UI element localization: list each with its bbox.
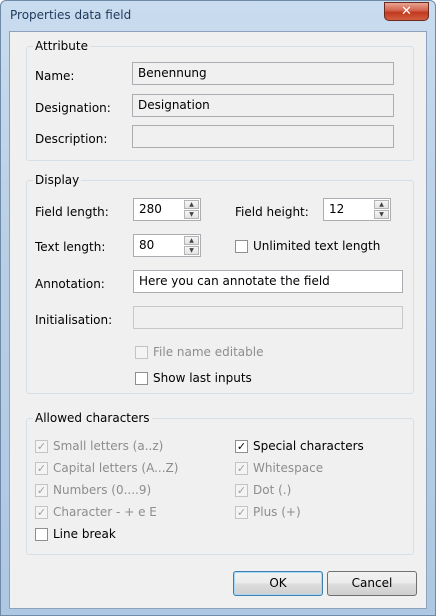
close-button[interactable]: ✕ <box>384 2 429 21</box>
designation-label: Designation: <box>35 101 111 115</box>
whitespace-label: Whitespace <box>253 461 324 475</box>
initialisation-label: Initialisation: <box>35 313 113 327</box>
text-length-stepper[interactable]: 80 ▲ ▼ <box>133 234 201 257</box>
checkbox-box[interactable] <box>35 527 48 541</box>
allowed-characters-group: Allowed characters ✓ Small letters (a..z… <box>26 411 414 555</box>
check-icon[interactable]: ✓ <box>35 505 48 519</box>
cancel-button[interactable]: Cancel <box>327 571 417 596</box>
initialisation-field[interactable] <box>133 306 403 329</box>
name-field[interactable]: Benennung <box>132 62 394 85</box>
window-title: Properties data field <box>10 8 132 22</box>
annotation-label: Annotation: <box>35 277 105 291</box>
annotation-field[interactable]: Here you can annotate the field <box>133 270 403 293</box>
capital-letters-label: Capital letters (A...Z) <box>53 461 179 475</box>
dot-label: Dot (.) <box>253 483 292 497</box>
allowed-characters-group-title: Allowed characters <box>33 411 152 425</box>
text-length-value: 80 <box>139 238 155 252</box>
file-name-editable-checkbox[interactable]: File name editable <box>135 345 263 359</box>
small-letters-checkbox[interactable]: ✓ Small letters (a..z) <box>35 439 163 453</box>
field-height-label: Field height: <box>235 205 309 219</box>
plus-checkbox[interactable]: ✓ Plus (+) <box>235 505 301 519</box>
spin-up-icon[interactable]: ▲ <box>184 200 199 209</box>
special-characters-checkbox[interactable]: ✓ Special characters <box>235 439 364 453</box>
spin-down-icon[interactable]: ▼ <box>184 210 199 219</box>
capital-letters-checkbox[interactable]: ✓ Capital letters (A...Z) <box>35 461 178 475</box>
line-break-checkbox[interactable]: Line break <box>35 527 116 541</box>
character-checkbox[interactable]: ✓ Character - + e E <box>35 505 157 519</box>
character-label: Character - + e E <box>53 505 157 519</box>
unlimited-text-length-checkbox[interactable]: Unlimited text length <box>235 239 380 253</box>
show-last-inputs-label: Show last inputs <box>153 371 252 385</box>
display-group-title: Display <box>33 173 82 187</box>
dialog-window: Properties data field ✕ Attribute Name: … <box>0 0 436 616</box>
attribute-group-title: Attribute <box>33 39 90 53</box>
line-break-label: Line break <box>53 527 116 541</box>
show-last-inputs-checkbox[interactable]: Show last inputs <box>135 371 252 385</box>
text-length-label: Text length: <box>35 240 106 254</box>
check-icon[interactable]: ✓ <box>235 439 248 453</box>
dot-checkbox[interactable]: ✓ Dot (.) <box>235 483 291 497</box>
special-characters-label: Special characters <box>253 439 364 453</box>
check-icon[interactable]: ✓ <box>35 439 48 453</box>
field-length-stepper[interactable]: 280 ▲ ▼ <box>133 198 201 221</box>
plus-label: Plus (+) <box>253 505 301 519</box>
checkbox-box[interactable] <box>135 371 148 385</box>
spin-down-icon[interactable]: ▼ <box>374 210 389 219</box>
field-height-stepper[interactable]: 12 ▲ ▼ <box>323 198 391 221</box>
spin-up-icon[interactable]: ▲ <box>374 200 389 209</box>
whitespace-checkbox[interactable]: ✓ Whitespace <box>235 461 323 475</box>
check-icon[interactable]: ✓ <box>235 505 248 519</box>
dialog-client: Attribute Name: Benennung Designation: D… <box>9 31 427 609</box>
check-icon[interactable]: ✓ <box>235 461 248 475</box>
display-group: Display Field length: 280 ▲ ▼ Field heigh… <box>26 173 414 394</box>
name-label: Name: <box>35 69 75 83</box>
close-icon: ✕ <box>401 4 412 19</box>
checkbox-box[interactable] <box>235 239 248 253</box>
ok-button[interactable]: OK <box>233 571 323 596</box>
description-field[interactable] <box>132 125 394 148</box>
field-length-label: Field length: <box>35 205 109 219</box>
spin-up-icon[interactable]: ▲ <box>184 236 199 245</box>
check-icon[interactable]: ✓ <box>235 483 248 497</box>
check-icon[interactable]: ✓ <box>35 461 48 475</box>
designation-field[interactable]: Designation <box>132 94 394 117</box>
checkbox-box[interactable] <box>135 345 148 359</box>
small-letters-label: Small letters (a..z) <box>53 439 164 453</box>
unlimited-text-length-label: Unlimited text length <box>253 239 381 253</box>
check-icon[interactable]: ✓ <box>35 483 48 497</box>
numbers-checkbox[interactable]: ✓ Numbers (0....9) <box>35 483 151 497</box>
title-bar[interactable]: Properties data field ✕ <box>1 1 435 31</box>
file-name-editable-label: File name editable <box>153 345 264 359</box>
attribute-group: Attribute Name: Benennung Designation: D… <box>26 39 414 161</box>
description-label: Description: <box>35 132 108 146</box>
field-height-value: 12 <box>329 202 345 216</box>
spin-down-icon[interactable]: ▼ <box>184 246 199 255</box>
field-length-value: 280 <box>139 202 162 216</box>
numbers-label: Numbers (0....9) <box>53 483 152 497</box>
